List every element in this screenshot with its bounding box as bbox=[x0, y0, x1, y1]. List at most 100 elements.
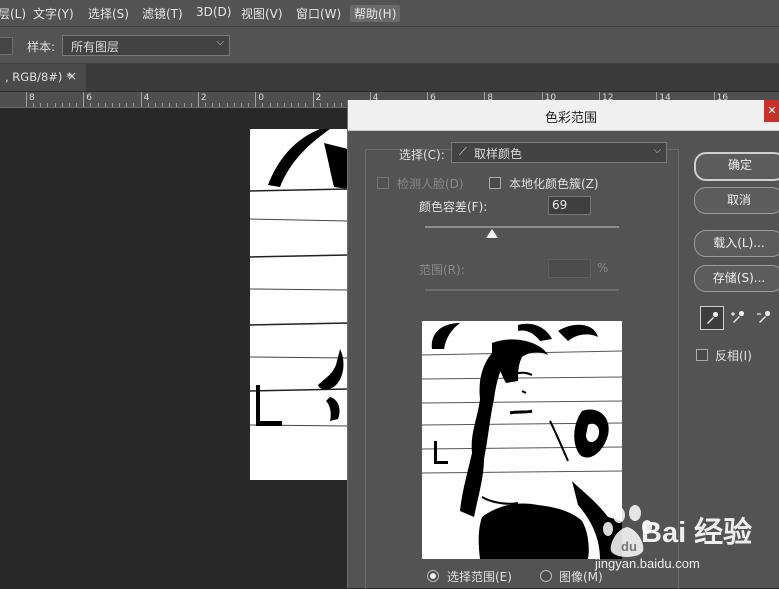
ruler-minor-tick bbox=[147, 103, 149, 107]
ruler-minor-tick bbox=[305, 103, 307, 107]
save-button[interactable]: 存储(S)... bbox=[694, 265, 779, 292]
close-icon[interactable]: × bbox=[67, 69, 77, 83]
ruler-major-tick bbox=[26, 92, 27, 107]
cancel-button[interactable]: 取消 bbox=[694, 187, 779, 214]
range-label: 范围(R): bbox=[419, 263, 465, 277]
ruler-minor-tick bbox=[104, 103, 106, 107]
ruler-label: 4 bbox=[143, 93, 150, 103]
fuzziness-slider-track[interactable] bbox=[425, 226, 619, 228]
ruler-minor-tick bbox=[154, 103, 156, 107]
ruler-minor-tick bbox=[111, 103, 113, 107]
ruler-major-tick bbox=[312, 92, 314, 107]
ruler-label: 2 bbox=[200, 93, 207, 103]
chevron-down-icon: ⌵ bbox=[216, 37, 224, 48]
document-canvas[interactable] bbox=[250, 129, 348, 480]
ruler-label: 6 bbox=[86, 93, 93, 103]
ruler-minor-tick bbox=[333, 103, 335, 107]
select-dropdown-value: 取样颜色 bbox=[474, 147, 523, 161]
eyedropper-plus-glyph bbox=[731, 310, 745, 323]
menu-bar: 层(L) 文字(Y) 选择(S) 滤镜(T) 3D(D) 视图(V) 窗口(W)… bbox=[0, 0, 779, 27]
ruler-major-tick bbox=[197, 92, 199, 107]
detect-faces-checkbox[interactable] bbox=[377, 177, 389, 189]
menu-help[interactable]: 帮助(H) bbox=[350, 5, 401, 22]
sample-select[interactable]: 所有图层 ⌵ bbox=[62, 35, 230, 56]
fuzziness-input[interactable]: 69 bbox=[548, 196, 591, 215]
baidu-jingyan-watermark: du Bai 经验 jingyan.baidu.com bbox=[595, 503, 779, 579]
fuzziness-value: 69 bbox=[552, 198, 568, 212]
ruler-major-tick bbox=[140, 92, 142, 107]
ruler-minor-tick bbox=[190, 103, 192, 107]
sample-value: 所有图层 bbox=[71, 40, 120, 54]
detect-faces-label: 检测人脸(D) bbox=[397, 177, 464, 191]
range-input[interactable] bbox=[548, 259, 591, 278]
document-tab[interactable]: , RGB/8#) * × bbox=[0, 64, 86, 91]
ruler-label: 0 bbox=[258, 93, 264, 103]
localized-clusters-checkbox[interactable] bbox=[489, 177, 501, 189]
ruler-minor-tick bbox=[248, 103, 250, 107]
eyedropper-minus-glyph bbox=[757, 310, 771, 323]
ruler-minor-tick bbox=[219, 103, 221, 107]
dialog-titlebar[interactable]: 色彩范围 bbox=[348, 100, 779, 131]
svg-text:du: du bbox=[621, 539, 637, 554]
dialog-title: 色彩范围 bbox=[545, 111, 598, 126]
watermark-brand: Bai 经验 bbox=[641, 517, 753, 549]
menu-type[interactable]: 文字(Y) bbox=[33, 5, 74, 22]
invert-label: 反相(I) bbox=[715, 349, 752, 363]
ruler-minor-tick bbox=[133, 103, 135, 107]
select-dropdown[interactable]: ⟋ 取样颜色 ⌵ bbox=[451, 142, 667, 163]
menu-layer[interactable]: 层(L) bbox=[0, 5, 26, 22]
ruler-minor-tick bbox=[283, 103, 285, 107]
eyedropper-plus-icon[interactable] bbox=[727, 306, 749, 328]
ruler-minor-tick bbox=[233, 103, 235, 107]
radio-image[interactable] bbox=[540, 570, 552, 582]
menu-window[interactable]: 窗口(W) bbox=[296, 5, 341, 22]
ruler-minor-tick bbox=[90, 103, 92, 107]
menu-select[interactable]: 选择(S) bbox=[88, 5, 129, 22]
eyedropper-icon[interactable] bbox=[700, 306, 724, 330]
ruler-minor-tick bbox=[341, 103, 343, 107]
ruler-minor-tick bbox=[269, 103, 271, 107]
range-slider-track[interactable] bbox=[425, 289, 619, 291]
ruler-minor-tick bbox=[47, 103, 49, 107]
menu-view[interactable]: 视图(V) bbox=[241, 5, 283, 22]
watermark-url: jingyan.baidu.com bbox=[595, 556, 700, 571]
menu-3d[interactable]: 3D(D) bbox=[196, 5, 231, 19]
ruler-label: 2 bbox=[315, 93, 322, 103]
ruler-minor-tick bbox=[68, 103, 70, 107]
ruler-minor-tick bbox=[212, 103, 214, 107]
eyedropper-minus-icon[interactable] bbox=[753, 306, 775, 328]
ruler-minor-tick bbox=[262, 103, 264, 107]
ruler-minor-tick bbox=[61, 103, 63, 107]
ruler-minor-tick bbox=[33, 103, 35, 107]
eyedropper-glyph bbox=[707, 311, 719, 324]
ruler-minor-tick bbox=[126, 103, 128, 107]
select-label: 选择(C): bbox=[399, 148, 445, 162]
dialog-close-button[interactable]: ✕ bbox=[764, 100, 779, 122]
menu-filter[interactable]: 滤镜(T) bbox=[142, 5, 183, 22]
ruler-minor-tick bbox=[169, 103, 171, 107]
ruler-minor-tick bbox=[54, 103, 56, 107]
load-button[interactable]: 载入(L)... bbox=[694, 230, 779, 257]
ruler-minor-tick bbox=[298, 103, 300, 107]
ruler-minor-tick bbox=[176, 103, 178, 107]
options-bar: 样本: 所有图层 ⌵ bbox=[0, 27, 779, 64]
fuzziness-slider-thumb[interactable] bbox=[485, 229, 498, 238]
document-tab-bar: , RGB/8#) * × bbox=[0, 64, 779, 92]
ok-button[interactable]: 确定 bbox=[694, 152, 779, 181]
ruler-minor-tick bbox=[40, 103, 42, 107]
canvas-image bbox=[250, 129, 348, 480]
ruler-minor-tick bbox=[276, 103, 278, 107]
chevron-down-icon: ⌵ bbox=[653, 145, 661, 156]
radio-selection[interactable] bbox=[427, 570, 439, 582]
invert-checkbox[interactable] bbox=[696, 349, 708, 361]
ruler-minor-tick bbox=[76, 103, 78, 107]
ruler-minor-tick bbox=[119, 103, 121, 107]
eyedropper-icon: ⟋ bbox=[459, 145, 467, 158]
radio-selection-label: 选择范围(E) bbox=[447, 570, 512, 584]
ruler-minor-tick bbox=[291, 103, 292, 107]
ruler-minor-tick bbox=[240, 103, 242, 107]
tool-preset-picker[interactable] bbox=[0, 37, 13, 55]
range-unit: % bbox=[597, 261, 609, 275]
ruler-minor-tick bbox=[97, 103, 99, 107]
selection-preview[interactable] bbox=[422, 321, 622, 559]
